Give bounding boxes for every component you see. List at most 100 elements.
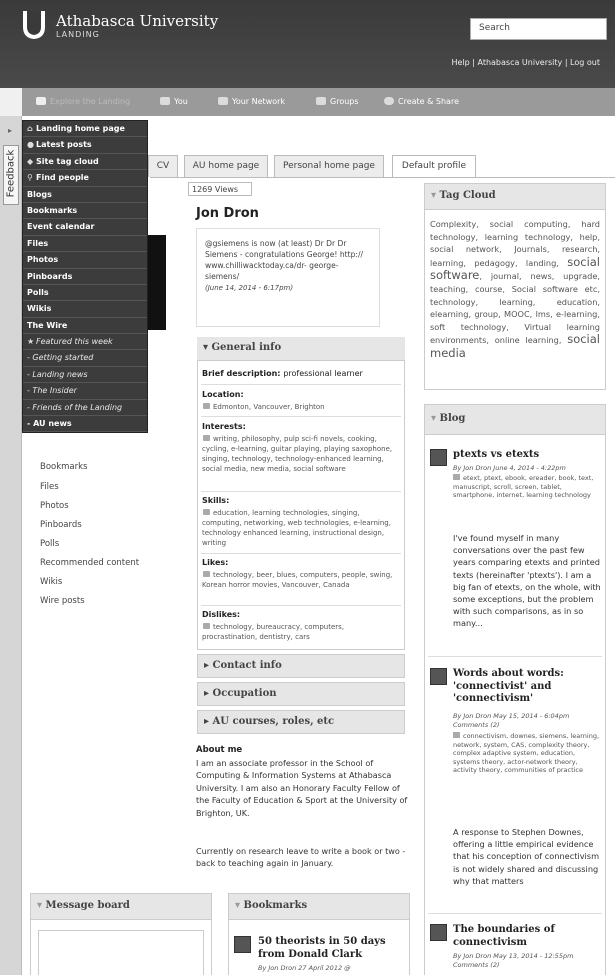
menu-item[interactable]: - Getting started: [23, 350, 147, 367]
menu-item[interactable]: ★ Featured this week: [23, 334, 147, 351]
profile-photo[interactable]: [148, 235, 166, 330]
menu-item-label: Blogs: [27, 189, 52, 199]
bookmarks-header[interactable]: ▾ Bookmarks: [229, 894, 409, 920]
general-info-title: General info: [211, 342, 282, 353]
tab-cv[interactable]: CV: [148, 155, 178, 177]
menu-item[interactable]: ⌂ Landing home page: [23, 121, 147, 138]
menu-item[interactable]: - Friends of the Landing: [23, 400, 147, 417]
skills-label: Skills:: [202, 496, 230, 505]
menu-item-label: Latest posts: [36, 140, 92, 150]
nav-you-label: You: [174, 97, 188, 106]
tab-default-profile[interactable]: Default profile: [392, 155, 476, 178]
sidebar-link-photos[interactable]: Photos: [40, 501, 69, 511]
views-count: 1269 Views: [188, 182, 252, 196]
message-board-header[interactable]: ▾ Message board: [31, 894, 211, 920]
chevron-down-icon: ▾: [431, 413, 440, 424]
au-courses-header[interactable]: ▸ AU courses, roles, etc: [197, 710, 405, 734]
menu-item[interactable]: Bookmarks: [23, 203, 147, 220]
menu-item-label: - Getting started: [27, 353, 94, 363]
expand-arrow-icon[interactable]: ▸: [8, 126, 12, 135]
bookmark-title[interactable]: 50 theorists in 50 days from Donald Clar…: [258, 936, 406, 961]
general-info-header[interactable]: ▾ General info: [197, 337, 405, 361]
left-gutter: [0, 116, 22, 975]
avatar[interactable]: [430, 449, 447, 466]
menu-item[interactable]: Blogs: [23, 187, 147, 203]
blog-post-tags-text[interactable]: connectivism, downes, siemens, learning,…: [453, 732, 599, 774]
menu-item-label: Find people: [36, 173, 89, 183]
explore-dropdown-menu: ⌂ Landing home page ● Latest posts ◆ Site tag…: [22, 120, 148, 434]
blog-post-meta: By Jon Dron June 4, 2014 - 4:22pm: [453, 464, 566, 472]
blog-post-title[interactable]: The boundaries of connectivism: [453, 924, 603, 949]
menu-item-label: Pinboards: [27, 271, 73, 281]
location-label: Location:: [202, 390, 244, 399]
blog-post-title[interactable]: Words about words: 'connectivist' and 'c…: [453, 668, 603, 706]
nav-your-network[interactable]: Your Network: [218, 97, 285, 106]
bookmarks-title: Bookmarks: [243, 900, 308, 911]
blog-post-excerpt: I've found myself in many conversations …: [453, 533, 601, 629]
nav-create-share[interactable]: Create & Share: [384, 97, 459, 106]
message-board-title: Message board: [45, 900, 130, 911]
menu-item[interactable]: - Landing news: [23, 367, 147, 384]
blog-post-title[interactable]: ptexts vs etexts: [453, 449, 603, 462]
menu-item[interactable]: ● Latest posts: [23, 137, 147, 154]
location-value: Edmonton, Vancouver, Brighton: [202, 402, 400, 412]
contact-info-title: Contact info: [212, 660, 282, 671]
menu-item-label: - Friends of the Landing: [27, 402, 123, 412]
divider: [428, 656, 602, 657]
menu-item[interactable]: Photos: [23, 252, 147, 269]
feedback-tab[interactable]: Feedback: [3, 145, 19, 205]
tab-au-home-page[interactable]: AU home page: [184, 155, 268, 177]
blog-header[interactable]: ▾ Blog: [425, 405, 605, 435]
sidebar-link-bookmarks[interactable]: Bookmarks: [40, 462, 88, 472]
menu-item[interactable]: ⚲ Find people: [23, 170, 147, 187]
tab-personal-home-page[interactable]: Personal home page: [274, 155, 384, 177]
blog-post-meta: By Jon Dron May 15, 2014 - 6:04pm Commen…: [453, 712, 570, 729]
menu-item[interactable]: The Wire: [23, 318, 147, 335]
tag-icon: [203, 435, 210, 441]
avatar[interactable]: [234, 936, 251, 953]
top-links[interactable]: Help | Athabasca University | Log out: [380, 58, 600, 67]
dislikes-value: technology, bureaucracy, computers, proc…: [202, 622, 400, 642]
tag-cloud-list[interactable]: Complexity, social computing, hard techn…: [430, 218, 600, 361]
sidebar-link-files[interactable]: Files: [40, 482, 59, 492]
shield-logo-icon[interactable]: [22, 10, 46, 40]
contact-info-header[interactable]: ▸ Contact info: [197, 654, 405, 678]
menu-item[interactable]: - The Insider: [23, 383, 147, 400]
menu-item[interactable]: - AU news: [23, 416, 147, 433]
menu-item[interactable]: ◆ Site tag cloud: [23, 154, 147, 171]
skills-value: education, learning technologies, singin…: [202, 508, 400, 548]
sidebar-link-pinboards[interactable]: Pinboards: [40, 520, 82, 530]
menu-item-label: Landing home page: [36, 124, 125, 133]
sidebar-link-wire-posts[interactable]: Wire posts: [40, 596, 85, 606]
nav-you[interactable]: You: [160, 97, 188, 106]
nav-explore[interactable]: Explore the Landing: [36, 97, 130, 106]
tag-cloud-title: Tag Cloud: [439, 190, 496, 201]
menu-item[interactable]: Files: [23, 236, 147, 253]
interests-label: Interests:: [202, 422, 246, 431]
tag-cloud-header[interactable]: ▾ Tag Cloud: [425, 184, 605, 210]
blog-title: Blog: [439, 413, 466, 424]
nav-groups[interactable]: Groups: [316, 97, 359, 106]
create-icon: [384, 97, 394, 105]
sidebar-link-recommended[interactable]: Recommended content: [40, 558, 139, 568]
nav-create-label: Create & Share: [398, 97, 459, 106]
menu-item[interactable]: Wikis: [23, 301, 147, 318]
menu-item-label: Wikis: [27, 304, 52, 314]
menu-item-label: Bookmarks: [27, 205, 78, 215]
brand-name[interactable]: Athabasca University: [56, 12, 218, 30]
tag-icon: [203, 571, 210, 577]
avatar[interactable]: [430, 924, 447, 941]
blog-post-tags-text[interactable]: etext, ptext, ebook, ereader, book, text…: [453, 474, 593, 499]
sidebar-link-wikis[interactable]: Wikis: [40, 577, 62, 587]
menu-item[interactable]: Polls: [23, 285, 147, 302]
occupation-header[interactable]: ▸ Occupation: [197, 682, 405, 706]
menu-item[interactable]: Event calendar: [23, 219, 147, 236]
menu-item[interactable]: Pinboards: [23, 269, 147, 285]
message-board-input[interactable]: [38, 930, 204, 975]
likes-label: Likes:: [202, 558, 229, 567]
avatar[interactable]: [430, 668, 447, 685]
blog-post-tags: connectivism, downes, siemens, learning,…: [453, 732, 603, 775]
search-input[interactable]: Search: [470, 18, 607, 40]
sidebar-link-polls[interactable]: Polls: [40, 539, 59, 549]
divider: [201, 416, 401, 417]
